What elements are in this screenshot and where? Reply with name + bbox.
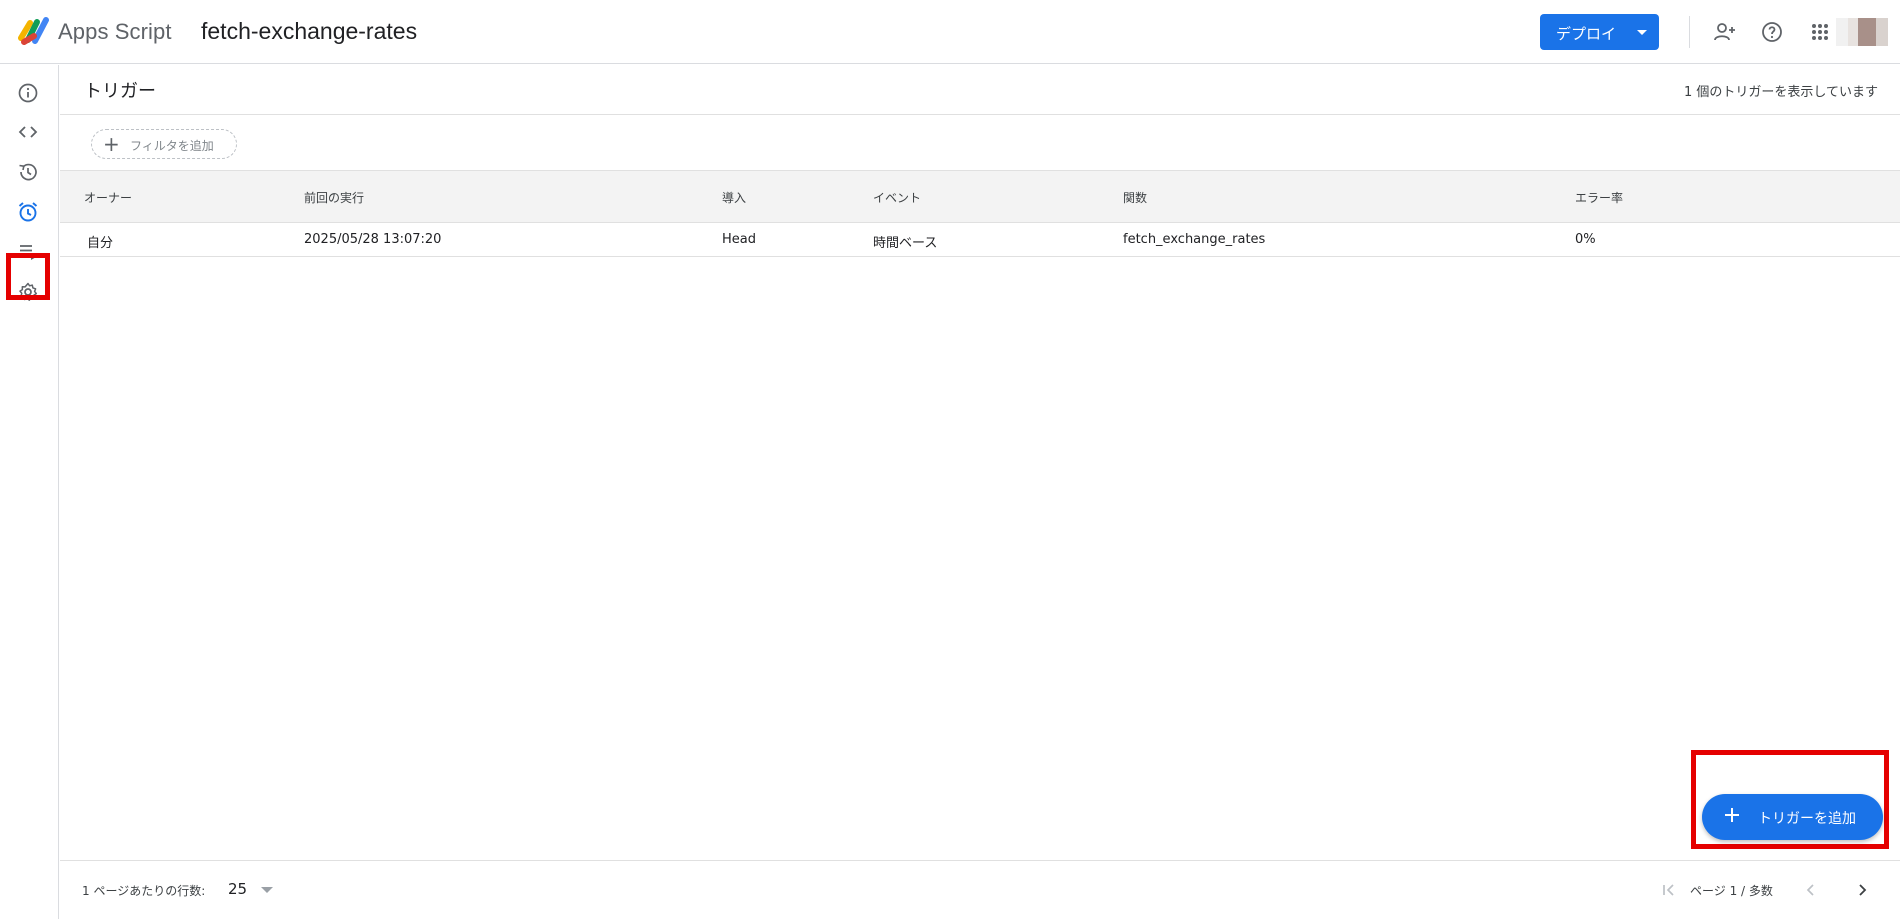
first-page-icon[interactable] [1656,877,1682,903]
column-header-event[interactable]: イベント [873,189,921,206]
rail-item-triggers[interactable] [13,197,43,227]
cell-event: 時間ベース [873,236,938,251]
info-icon [18,83,38,103]
apps-grid-icon[interactable] [1805,17,1835,47]
deploy-button[interactable]: デプロイ [1540,14,1659,50]
header-divider [1689,16,1690,48]
top-app-bar: Apps Script fetch-exchange-rates デプロイ [0,0,1900,64]
plus-icon [1725,808,1739,822]
caret-down-icon [1637,30,1647,35]
table-row[interactable]: 自分 2025/05/28 13:07:20 Head 時間ベース fetch_… [60,223,1900,257]
deploy-label: デプロイ [1556,25,1617,43]
rail-item-history[interactable] [13,157,43,187]
cell-deployment: Head [722,232,756,247]
prev-page-icon[interactable] [1798,877,1824,903]
page-title: トリガー [84,81,156,102]
cell-function: fetch_exchange_rates [1123,232,1266,247]
rail-item-overview[interactable] [13,78,43,108]
next-page-icon[interactable] [1849,877,1875,903]
rail-item-editor[interactable] [13,117,43,147]
project-title[interactable]: fetch-exchange-rates [201,18,417,45]
column-header-deployment[interactable]: 導入 [722,189,746,206]
filter-bar: + フィルタを追加 [60,116,1900,171]
add-filter-label: フィルタを追加 [130,139,214,153]
apps-script-logo[interactable] [18,14,54,46]
triggers-highlight-box [6,253,50,300]
column-header-error-rate[interactable]: エラー率 [1575,189,1623,206]
add-filter-button[interactable]: + フィルタを追加 [91,129,237,159]
trigger-count: 1 個のトリガーを表示しています [1683,85,1878,100]
cell-error-rate: 0% [1575,232,1596,247]
table-header: オーナー 前回の実行 導入 イベント 関数 エラー率 [60,171,1900,223]
avatar[interactable] [1836,18,1888,46]
add-trigger-button[interactable]: トリガーを追加 [1702,794,1883,840]
alarm-icon [18,202,38,222]
rows-per-page-label: 1 ページあたりの行数: [82,884,206,898]
cell-last-run: 2025/05/28 13:07:20 [304,232,442,247]
main-content: トリガー 1 個のトリガーを表示しています + フィルタを追加 オーナー 前回の… [60,65,1900,919]
code-icon [18,126,38,138]
rows-per-page-select[interactable]: 25 [228,880,247,898]
history-icon [19,163,37,181]
add-trigger-label: トリガーを追加 [1758,811,1856,827]
page-info: ページ 1 / 多数 [1690,884,1773,898]
help-icon[interactable] [1757,17,1787,47]
column-header-owner[interactable]: オーナー [84,189,132,206]
column-header-function[interactable]: 関数 [1123,189,1147,206]
add-person-icon[interactable] [1710,17,1740,47]
cell-owner: 自分 [87,236,114,251]
left-nav-rail [0,65,59,919]
brand-name[interactable]: Apps Script [58,19,172,45]
caret-down-icon[interactable] [261,887,273,893]
plus-icon: + [103,132,120,156]
column-header-last-run[interactable]: 前回の実行 [304,189,364,206]
page-header: トリガー 1 個のトリガーを表示しています [60,65,1900,115]
table-footer: 1 ページあたりの行数: 25 ページ 1 / 多数 [60,860,1900,919]
